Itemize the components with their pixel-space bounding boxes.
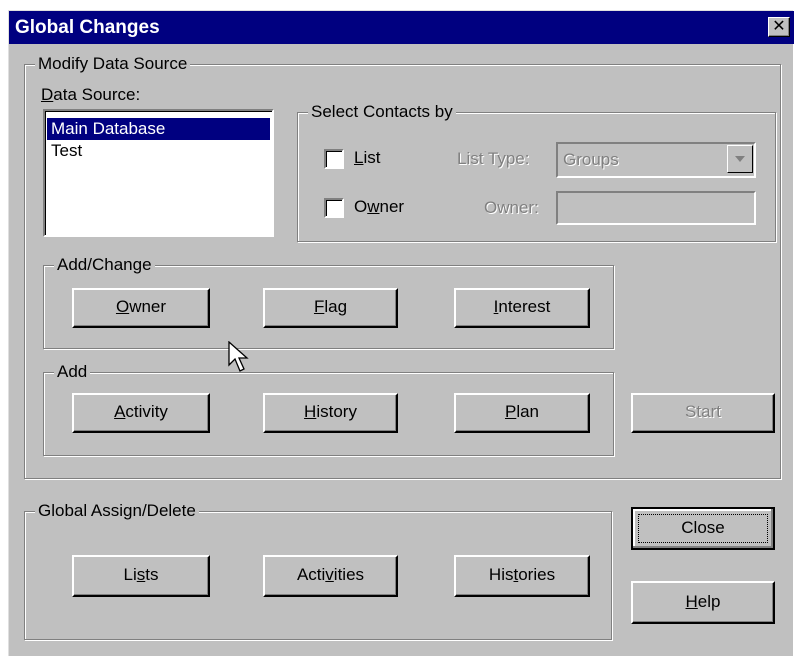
owner-button[interactable]: Owner — [72, 288, 210, 328]
list-type-label: List Type: — [457, 149, 530, 168]
focus-rect — [638, 514, 768, 543]
add-change-legend: Add/Change — [54, 255, 155, 275]
owner-checkbox-label[interactable]: Owner — [354, 197, 404, 217]
data-source-list[interactable]: Main Database Test — [43, 109, 274, 237]
global-assign-delete-legend: Global Assign/Delete — [35, 501, 199, 521]
list-type-dropdown[interactable]: Groups — [556, 142, 756, 178]
histories-button[interactable]: Histories — [454, 555, 590, 597]
owner-checkbox[interactable] — [324, 198, 344, 218]
data-source-label: Data Source: — [41, 85, 141, 104]
flag-button[interactable]: Flag — [263, 288, 398, 328]
history-button[interactable]: History — [263, 393, 398, 433]
close-button[interactable]: Close — [631, 507, 775, 550]
activities-button[interactable]: Activities — [263, 555, 398, 597]
owner-field-label: Owner: — [484, 198, 539, 217]
close-icon[interactable]: ✕ — [768, 17, 790, 37]
lists-button[interactable]: Lists — [72, 555, 210, 597]
select-contacts-legend: Select Contacts by — [308, 102, 456, 122]
data-source-label-rest: ata Source: — [53, 85, 141, 104]
global-changes-dialog: Global Changes ✕ Modify Data Source Data… — [8, 10, 794, 656]
dropdown-arrow-icon[interactable] — [727, 145, 753, 173]
title-bar[interactable]: Global Changes ✕ — [9, 11, 794, 44]
mouse-cursor-icon — [228, 341, 249, 372]
plan-button[interactable]: Plan — [454, 393, 590, 433]
help-button[interactable]: Help — [631, 581, 775, 624]
activity-button[interactable]: Activity — [72, 393, 210, 433]
list-checkbox-label[interactable]: List — [354, 148, 380, 168]
modify-data-source-legend: Modify Data Source — [35, 54, 191, 74]
start-button[interactable]: Start — [631, 393, 775, 433]
list-checkbox[interactable] — [324, 149, 344, 169]
data-source-item-main-database[interactable]: Main Database — [47, 118, 270, 140]
list-type-value: Groups — [563, 150, 619, 169]
interest-button[interactable]: Interest — [454, 288, 590, 328]
owner-field[interactable] — [556, 191, 756, 225]
add-legend: Add — [54, 362, 91, 382]
window-title: Global Changes — [15, 17, 160, 38]
data-source-item-test[interactable]: Test — [47, 140, 270, 162]
